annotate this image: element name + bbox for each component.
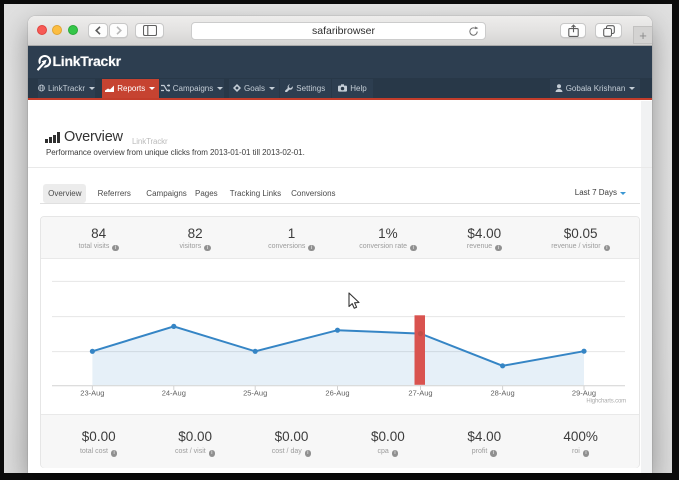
svg-text:Highcharts.com: Highcharts.com	[586, 399, 626, 405]
svg-text:29-Aug: 29-Aug	[572, 389, 596, 398]
svg-text:23-Aug: 23-Aug	[80, 389, 104, 398]
svg-text:24-Aug: 24-Aug	[162, 389, 186, 398]
svg-text:28-Aug: 28-Aug	[491, 389, 515, 398]
svg-text:27-Aug: 27-Aug	[408, 389, 432, 398]
svg-text:25-Aug: 25-Aug	[243, 389, 267, 398]
svg-text:26-Aug: 26-Aug	[325, 389, 349, 398]
